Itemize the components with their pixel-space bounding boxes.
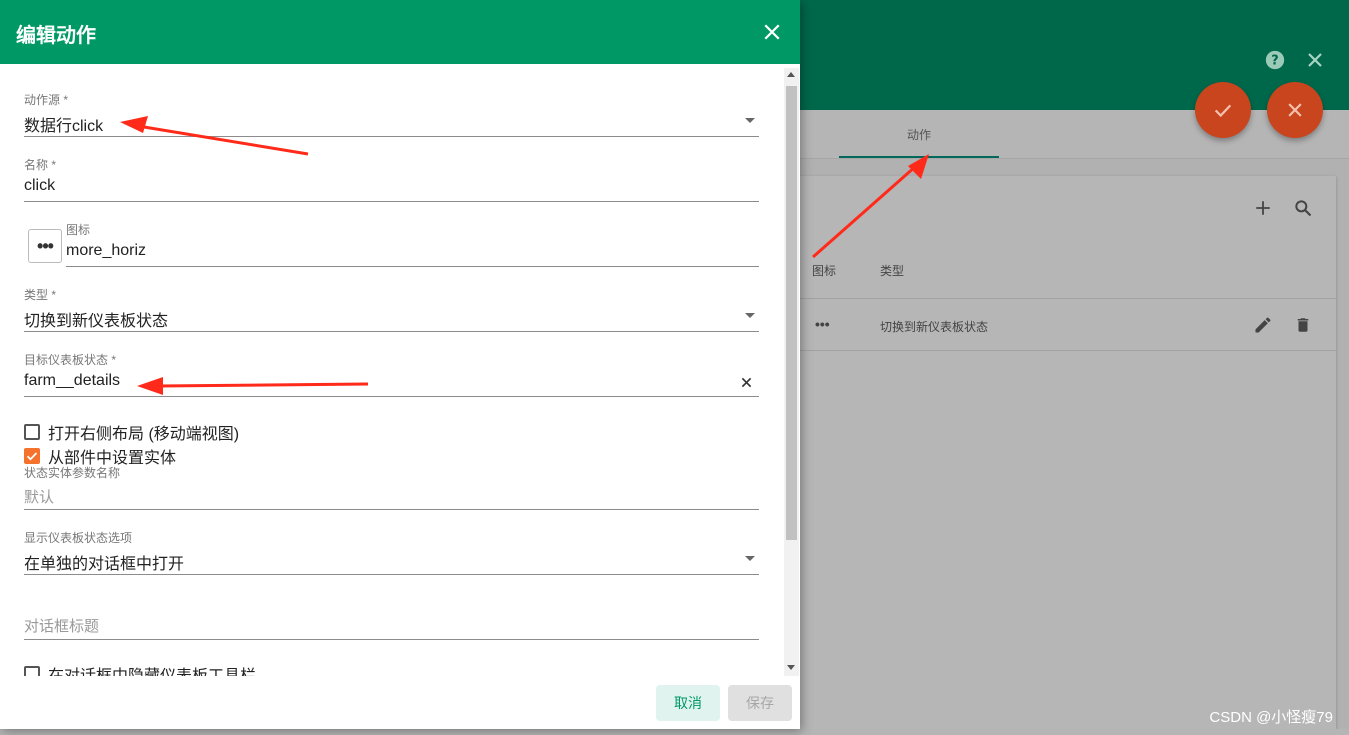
help-icon[interactable]: ?: [1263, 48, 1287, 72]
cancel-fab-button[interactable]: [1267, 82, 1323, 138]
close-icon: [1288, 103, 1302, 117]
column-header-icon: 图标: [812, 264, 837, 278]
action-source-select[interactable]: 数据行click: [24, 112, 103, 136]
dialog-title: 编辑动作: [16, 25, 96, 47]
edit-action-dialog: 编辑动作 动作源 * 数据行click 名称 * click ••• 图标 mo…: [0, 0, 800, 729]
dialog-scroll-area: 在对话框中隐藏仪表板工具栏: [0, 64, 800, 676]
open-right-layout-checkbox[interactable]: [24, 424, 40, 440]
icon-underline: [66, 266, 759, 267]
dialog-scrollbar-thumb[interactable]: [786, 86, 797, 540]
save-button[interactable]: 保存: [728, 685, 792, 721]
apply-fab-button[interactable]: [1195, 82, 1251, 138]
target-state-input[interactable]: farm__details: [24, 372, 120, 390]
name-input[interactable]: click: [24, 177, 55, 195]
hide-toolbar-checkbox[interactable]: [24, 666, 40, 676]
action-source-underline: [24, 136, 759, 137]
open-right-layout-label: 打开右侧布局 (移动端视图): [48, 426, 240, 443]
dropdown-arrow-icon[interactable]: [745, 556, 755, 561]
set-entity-from-widget-checkbox[interactable]: [24, 448, 40, 464]
close-icon: [764, 24, 780, 40]
scroll-up-arrow-icon[interactable]: [787, 72, 795, 77]
clear-icon[interactable]: [738, 374, 754, 390]
tab-actions[interactable]: 动作: [839, 110, 999, 158]
table-header-divider: [800, 298, 1336, 299]
scroll-down-arrow-icon[interactable]: [787, 665, 795, 670]
watermark: CSDN @小怪瘦79: [1209, 709, 1333, 726]
open-right-layout-checkbox-row[interactable]: 打开右侧布局 (移动端视图): [24, 420, 239, 444]
dialog-title-underline: [24, 639, 759, 640]
name-underline: [24, 201, 759, 202]
type-select[interactable]: 切换到新仪表板状态: [24, 307, 168, 331]
display-option-select[interactable]: 在单独的对话框中打开: [24, 550, 184, 574]
row-icon-cell: •••: [815, 316, 830, 332]
name-label: 名称 *: [24, 158, 57, 172]
delete-icon[interactable]: [1290, 312, 1316, 338]
column-header-type: 类型: [880, 264, 905, 278]
tab-active-indicator: [839, 156, 999, 158]
svg-text:?: ?: [1271, 54, 1278, 69]
page-bottom-strip: [0, 729, 1349, 735]
search-icon[interactable]: [1290, 195, 1316, 221]
hide-toolbar-checkbox-row[interactable]: 在对话框中隐藏仪表板工具栏: [24, 662, 256, 676]
target-state-label: 目标仪表板状态 *: [24, 353, 117, 367]
page-close-icon[interactable]: [1303, 48, 1327, 72]
target-state-underline: [24, 396, 759, 397]
check-icon: [26, 452, 38, 461]
dialog-close-button[interactable]: [758, 18, 786, 46]
dialog-title-input[interactable]: 对话框标题: [24, 615, 99, 636]
check-icon: [1214, 104, 1232, 118]
display-option-label: 显示仪表板状态选项: [24, 531, 133, 545]
table-row-divider: [800, 350, 1336, 351]
state-entity-param-input[interactable]: 默认: [24, 486, 54, 507]
icon-input[interactable]: more_horiz: [66, 242, 146, 260]
row-type-cell: 切换到新仪表板状态: [880, 320, 989, 334]
edit-icon[interactable]: [1250, 312, 1276, 338]
cancel-button[interactable]: 取消: [656, 685, 720, 721]
type-label: 类型 *: [24, 288, 57, 302]
dropdown-arrow-icon[interactable]: [745, 118, 755, 123]
hide-toolbar-label: 在对话框中隐藏仪表板工具栏: [48, 662, 256, 676]
dialog-header: [0, 0, 800, 64]
type-underline: [24, 331, 759, 332]
plus-icon[interactable]: [1250, 195, 1276, 221]
dropdown-arrow-icon[interactable]: [745, 313, 755, 318]
state-entity-param-label: 状态实体参数名称: [24, 466, 121, 480]
action-source-label: 动作源 *: [24, 93, 69, 107]
state-entity-param-underline: [24, 509, 759, 510]
display-option-underline: [24, 574, 759, 575]
icon-picker-button[interactable]: •••: [28, 229, 62, 263]
icon-label: 图标: [66, 223, 91, 237]
